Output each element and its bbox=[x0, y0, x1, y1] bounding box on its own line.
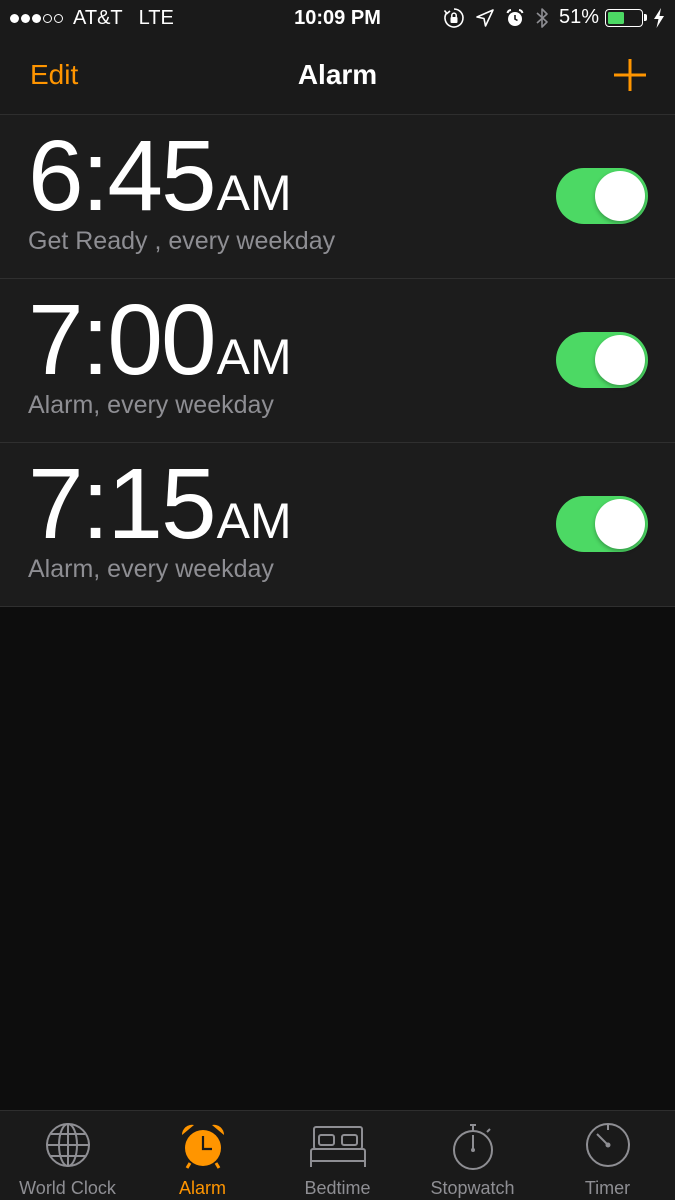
alarm-toggle[interactable] bbox=[556, 332, 648, 388]
alarm-icon bbox=[505, 8, 525, 28]
page-title: Alarm bbox=[297, 59, 378, 90]
alarm-row[interactable]: 6:45 AM Get Ready , every weekday bbox=[0, 115, 675, 279]
alarm-list: 6:45 AM Get Ready , every weekday 7:00 A… bbox=[0, 115, 675, 607]
battery-icon bbox=[605, 8, 643, 27]
nav-bar: Edit Alarm bbox=[0, 38, 675, 115]
alarm-time-line: 6:45 AM bbox=[28, 121, 292, 231]
toggle-knob bbox=[595, 335, 645, 385]
tab-stopwatch[interactable]: Stopwatch bbox=[405, 1111, 540, 1200]
alarm-toggle[interactable] bbox=[556, 496, 648, 552]
charging-bolt-icon bbox=[653, 7, 665, 28]
alarm-row[interactable]: 7:15 AM Alarm, every weekday bbox=[0, 443, 675, 607]
battery-level bbox=[608, 11, 625, 24]
alarm-row[interactable]: 7:00 AM Alarm, every weekday bbox=[0, 279, 675, 443]
alarm-time-line: 7:00 AM bbox=[28, 285, 292, 395]
signal-strength-icon bbox=[10, 14, 65, 23]
timer-icon bbox=[585, 1123, 630, 1167]
toggle-knob bbox=[595, 171, 645, 221]
alarm-time: 7:15 bbox=[28, 448, 217, 560]
signal-dot bbox=[32, 14, 41, 23]
tab-label: Alarm bbox=[178, 1178, 226, 1198]
signal-dot bbox=[54, 14, 63, 23]
signal-dot bbox=[10, 14, 19, 23]
tab-bedtime[interactable]: Bedtime bbox=[270, 1111, 405, 1200]
network-type: LTE bbox=[138, 7, 174, 29]
bluetooth-icon bbox=[535, 7, 549, 29]
tab-world-clock[interactable]: World Clock bbox=[0, 1111, 135, 1200]
location-icon bbox=[475, 8, 495, 28]
orientation-lock-icon bbox=[443, 7, 465, 29]
alarm-ampm: AM bbox=[216, 493, 292, 549]
signal-dot bbox=[21, 14, 30, 23]
status-right: 51% bbox=[433, 6, 665, 29]
status-bar: AT&T LTE 10:09 PM 51% bbox=[0, 0, 675, 38]
bed-icon bbox=[309, 1126, 366, 1167]
toggle-knob bbox=[595, 499, 645, 549]
status-left: AT&T LTE bbox=[10, 7, 174, 30]
tab-label: Bedtime bbox=[304, 1178, 371, 1198]
tab-bar: World Clock Alarm Bedtime Stopwatch Time… bbox=[0, 1110, 675, 1200]
alarm-time: 7:00 bbox=[28, 284, 217, 396]
tab-alarm[interactable]: Alarm bbox=[135, 1111, 270, 1200]
alarm-time-line: 7:15 AM bbox=[28, 449, 292, 559]
alarm-ampm: AM bbox=[216, 165, 292, 221]
plus-icon bbox=[614, 59, 646, 91]
alarm-time: 6:45 bbox=[28, 120, 217, 232]
battery-percent: 51% bbox=[558, 6, 599, 28]
edit-button[interactable]: Edit bbox=[30, 59, 78, 91]
add-alarm-button[interactable] bbox=[613, 58, 647, 92]
tab-label: Stopwatch bbox=[430, 1178, 515, 1198]
globe-icon bbox=[45, 1123, 90, 1167]
alarm-toggle[interactable] bbox=[556, 168, 648, 224]
stopwatch-icon bbox=[452, 1124, 493, 1170]
alarm-label: Alarm, every weekday bbox=[28, 391, 274, 419]
alarm-label: Get Ready , every weekday bbox=[28, 227, 336, 255]
alarm-clock-icon bbox=[181, 1124, 224, 1169]
alarm-label: Alarm, every weekday bbox=[28, 555, 274, 583]
alarm-ampm: AM bbox=[216, 329, 292, 385]
battery-cap bbox=[644, 14, 647, 21]
tab-label: World Clock bbox=[19, 1178, 116, 1198]
signal-dot bbox=[43, 14, 52, 23]
tab-label: Timer bbox=[584, 1178, 631, 1198]
tab-timer[interactable]: Timer bbox=[540, 1111, 675, 1200]
carrier-name: AT&T bbox=[73, 7, 123, 29]
